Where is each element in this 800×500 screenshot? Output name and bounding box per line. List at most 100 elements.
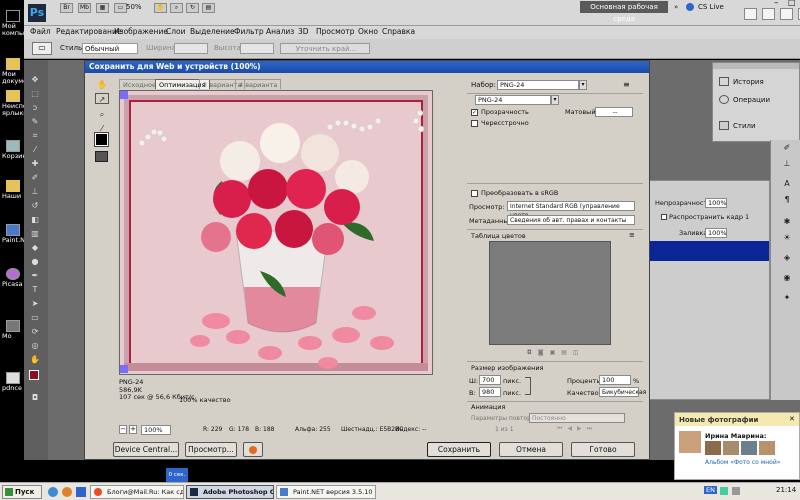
constrain-proportions-link-icon[interactable] bbox=[525, 377, 531, 395]
hand-tool-icon[interactable]: ✋ bbox=[154, 3, 167, 13]
history-panel-tab[interactable]: История bbox=[733, 78, 764, 86]
menu-view[interactable]: Просмотр bbox=[316, 27, 355, 36]
refine-edge-button[interactable]: Уточнить край... bbox=[280, 43, 370, 54]
chevron-down-icon[interactable]: ▾ bbox=[579, 80, 587, 90]
workspace-more-icon[interactable]: » bbox=[674, 3, 678, 11]
chrome-icon[interactable] bbox=[48, 487, 58, 497]
color-table-grid[interactable] bbox=[489, 241, 611, 345]
fill-input[interactable]: 100% bbox=[705, 228, 727, 238]
minimize-icon[interactable]: – bbox=[774, 0, 779, 8]
desktop-icon-paintnet[interactable]: Paint.NET bbox=[2, 224, 33, 244]
style-select[interactable]: Обычный bbox=[82, 43, 138, 54]
color-table-menu-icon[interactable]: ≡ bbox=[629, 231, 635, 239]
menu-window[interactable]: Окно bbox=[358, 27, 378, 36]
path-select-tool-icon[interactable]: ➤ bbox=[28, 298, 42, 309]
move-tool-icon[interactable]: ✥ bbox=[28, 74, 42, 85]
3d-camera-tool-icon[interactable]: ◎ bbox=[28, 340, 42, 351]
eyedropper-tool-icon[interactable]: ⁄ bbox=[28, 144, 42, 155]
stamp-tool-icon[interactable]: ⊥ bbox=[28, 186, 42, 197]
bridge-icon[interactable]: Br bbox=[60, 3, 73, 13]
panel-header[interactable] bbox=[713, 63, 799, 69]
width-input[interactable]: 700 bbox=[479, 375, 501, 385]
3d-rotate-tool-icon[interactable]: ⟳ bbox=[28, 326, 42, 337]
crop-tool-icon[interactable]: ⌗ bbox=[28, 130, 42, 141]
brush-panel-icon[interactable]: ✐ bbox=[780, 142, 794, 153]
brush-tool-icon[interactable]: ✐ bbox=[28, 172, 42, 183]
zoom-level[interactable]: 50% bbox=[126, 3, 142, 11]
maximize-icon[interactable]: □ bbox=[788, 0, 796, 7]
height-input[interactable] bbox=[240, 43, 274, 54]
character-icon[interactable]: A bbox=[780, 178, 794, 189]
menu-edit[interactable]: Редактирование bbox=[56, 27, 121, 36]
taskbar-item-blogs[interactable]: Блоги@Mail.Ru: Как сде... bbox=[90, 485, 184, 499]
menu-help[interactable]: Справка bbox=[382, 27, 415, 36]
avatar[interactable] bbox=[679, 431, 701, 453]
measure-icon[interactable]: ☀ bbox=[780, 232, 794, 243]
start-button[interactable]: Пуск bbox=[2, 485, 42, 499]
browser-select-button[interactable] bbox=[243, 442, 263, 457]
zoom-tool-icon[interactable]: ⌕ bbox=[170, 3, 183, 13]
photo-thumbnail[interactable] bbox=[741, 441, 757, 455]
desktop-icon-recycle-bin[interactable]: Корзина bbox=[2, 140, 31, 160]
notification-album-link[interactable]: Альбом «Фото со мной» bbox=[705, 459, 780, 466]
paragraph-icon[interactable]: ¶ bbox=[780, 194, 794, 205]
save-button[interactable]: Сохранить bbox=[427, 442, 491, 457]
paths-icon[interactable]: ✦ bbox=[780, 292, 794, 303]
menu-select[interactable]: Выделение bbox=[190, 27, 235, 36]
eyedropper-color-swatch[interactable] bbox=[94, 132, 109, 147]
chevron-down-icon[interactable]: ▾ bbox=[551, 95, 559, 105]
volume-icon[interactable] bbox=[732, 487, 740, 495]
notification-sender[interactable]: Ирина Маврина: bbox=[705, 432, 766, 440]
desktop-icon-unused[interactable]: Неиспользуемые ярлыки bbox=[2, 90, 60, 117]
done-button[interactable]: Готово bbox=[571, 442, 635, 457]
layers-panel-icon[interactable]: ◈ bbox=[780, 252, 794, 263]
zoom-select[interactable]: 100% bbox=[141, 425, 171, 435]
transparency-checkbox[interactable]: ✓ bbox=[471, 109, 478, 116]
menu-layers[interactable]: Слои bbox=[166, 27, 186, 36]
desktop-icon-pdn[interactable]: pdnce bbox=[2, 372, 24, 392]
hand-tool-icon[interactable]: ✋ bbox=[95, 79, 109, 90]
type-tool-icon[interactable]: T bbox=[28, 284, 42, 295]
healing-tool-icon[interactable]: ✚ bbox=[28, 158, 42, 169]
tab-original[interactable]: Исходное bbox=[119, 79, 160, 89]
matte-select[interactable]: -- bbox=[595, 107, 633, 117]
photo-thumbnail[interactable] bbox=[723, 441, 739, 455]
gradient-tool-icon[interactable]: ▥ bbox=[28, 228, 42, 239]
desktop-icon-my-documents[interactable]: Мои документы bbox=[2, 58, 40, 85]
3d-icon[interactable]: ✱ bbox=[780, 216, 794, 227]
menu-filter[interactable]: Фильтр bbox=[234, 27, 264, 36]
shape-tool-icon[interactable]: ▭ bbox=[28, 312, 42, 323]
zoom-tool-icon[interactable]: ⌕ bbox=[95, 109, 109, 120]
blur-tool-icon[interactable]: ◆ bbox=[28, 242, 42, 253]
desktop-icon-my-computer[interactable]: Мой компьютер bbox=[2, 10, 40, 37]
taskbar-item-paintnet[interactable]: Paint.NET версия 3.5.10 bbox=[276, 485, 376, 499]
device-central-button[interactable]: Device Central... bbox=[113, 442, 179, 457]
width-input[interactable] bbox=[174, 43, 208, 54]
toggle-slices-icon[interactable] bbox=[95, 151, 108, 162]
quick-select-tool-icon[interactable]: ✎ bbox=[28, 116, 42, 127]
animation-controls[interactable]: ⏮◀▶⏭ bbox=[557, 425, 633, 434]
color-table-tools[interactable]: ◘◙▣▤◫ bbox=[527, 349, 611, 357]
foreground-color-swatch[interactable] bbox=[29, 370, 39, 380]
eraser-tool-icon[interactable]: ◧ bbox=[28, 214, 42, 225]
selected-layer-row[interactable] bbox=[649, 241, 769, 261]
channels-icon[interactable]: ◉ bbox=[780, 272, 794, 283]
menu-image[interactable]: Изображение bbox=[114, 27, 168, 36]
preview-button[interactable]: Просмотр... bbox=[185, 442, 237, 457]
taskbar-item-photoshop[interactable]: Adobe Photoshop CS... bbox=[186, 485, 274, 499]
photo-thumbnail[interactable] bbox=[705, 441, 721, 455]
clone-source-icon[interactable]: ⊥ bbox=[780, 158, 794, 169]
optimize-menu-icon[interactable]: ≡ bbox=[623, 80, 635, 90]
mini-thumb-icon[interactable] bbox=[762, 8, 775, 20]
preview-color-select[interactable]: Internet Standard RGB (управление цвето.… bbox=[507, 201, 635, 219]
close-icon[interactable]: ✕ bbox=[789, 415, 795, 423]
metadata-select[interactable]: Сведения об авт. правах и контакты bbox=[507, 215, 635, 225]
height-input[interactable]: 980 bbox=[479, 387, 501, 397]
menu-3d[interactable]: 3D bbox=[298, 27, 309, 36]
history-brush-tool-icon[interactable]: ↺ bbox=[28, 200, 42, 211]
photo-thumbnail[interactable] bbox=[759, 441, 775, 455]
opacity-input[interactable]: 100% bbox=[705, 198, 727, 208]
quality-select[interactable]: Бикубическая bbox=[599, 387, 646, 397]
desktop-icon-mo[interactable]: Мо bbox=[2, 320, 24, 340]
view-extras-icon[interactable]: ▦ bbox=[96, 3, 109, 13]
